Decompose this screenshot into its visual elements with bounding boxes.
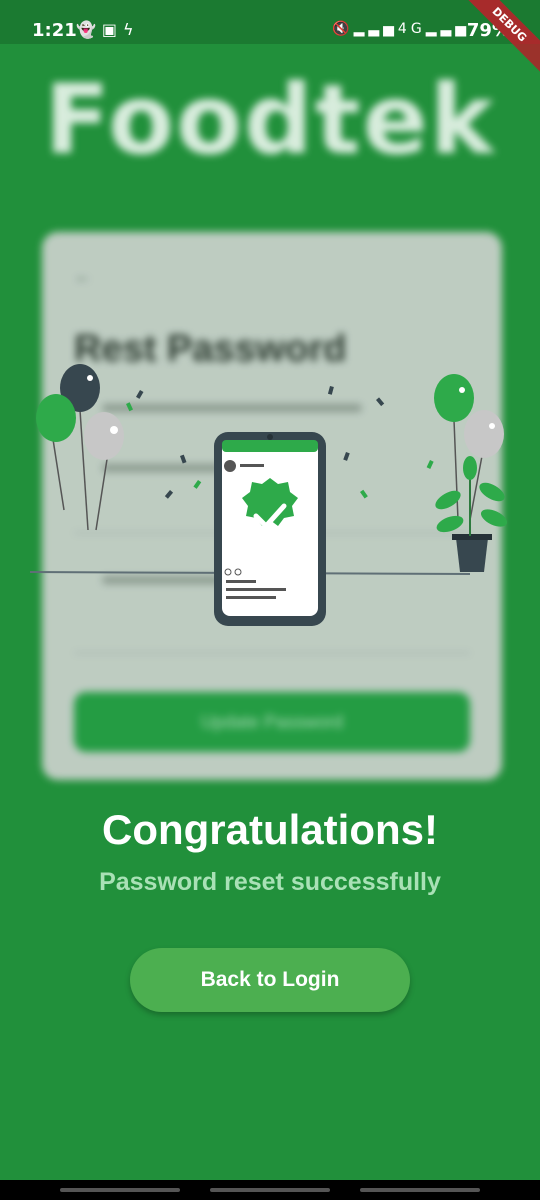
status-time: 1:21 [32, 20, 77, 41]
phone-icon [214, 432, 326, 626]
notification-icons: 👻▣ϟ [76, 20, 140, 39]
signal-icon: ▂▃▅ [425, 21, 470, 37]
congratulations-title: Congratulations! [102, 806, 438, 853]
system-navigation-bar [0, 1180, 540, 1200]
success-subtitle: Password reset successfully [99, 868, 441, 896]
balloons-left-icon [36, 364, 124, 531]
signal-icon: ▂▃▅ [353, 21, 398, 37]
success-illustration [30, 364, 508, 626]
nav-home-handle[interactable] [210, 1188, 330, 1192]
status-bar: 1:21 👻▣ϟ 🔇▂▃▅4G▂▃▅ 79% DEBUG [0, 0, 540, 79]
nav-back-handle[interactable] [360, 1188, 480, 1192]
back-to-login-button[interactable]: Back to Login [130, 948, 410, 1012]
system-icons: 🔇▂▃▅4G▂▃▅ [332, 21, 470, 37]
mute-icon: 🔇 [332, 21, 354, 37]
snapchat-icon: 👻 [76, 20, 102, 39]
nav-recent-handle[interactable] [60, 1188, 180, 1192]
image-icon: ▣ [101, 20, 124, 39]
4g-icon: 4G [397, 21, 426, 37]
flash-icon: ϟ [123, 20, 140, 39]
